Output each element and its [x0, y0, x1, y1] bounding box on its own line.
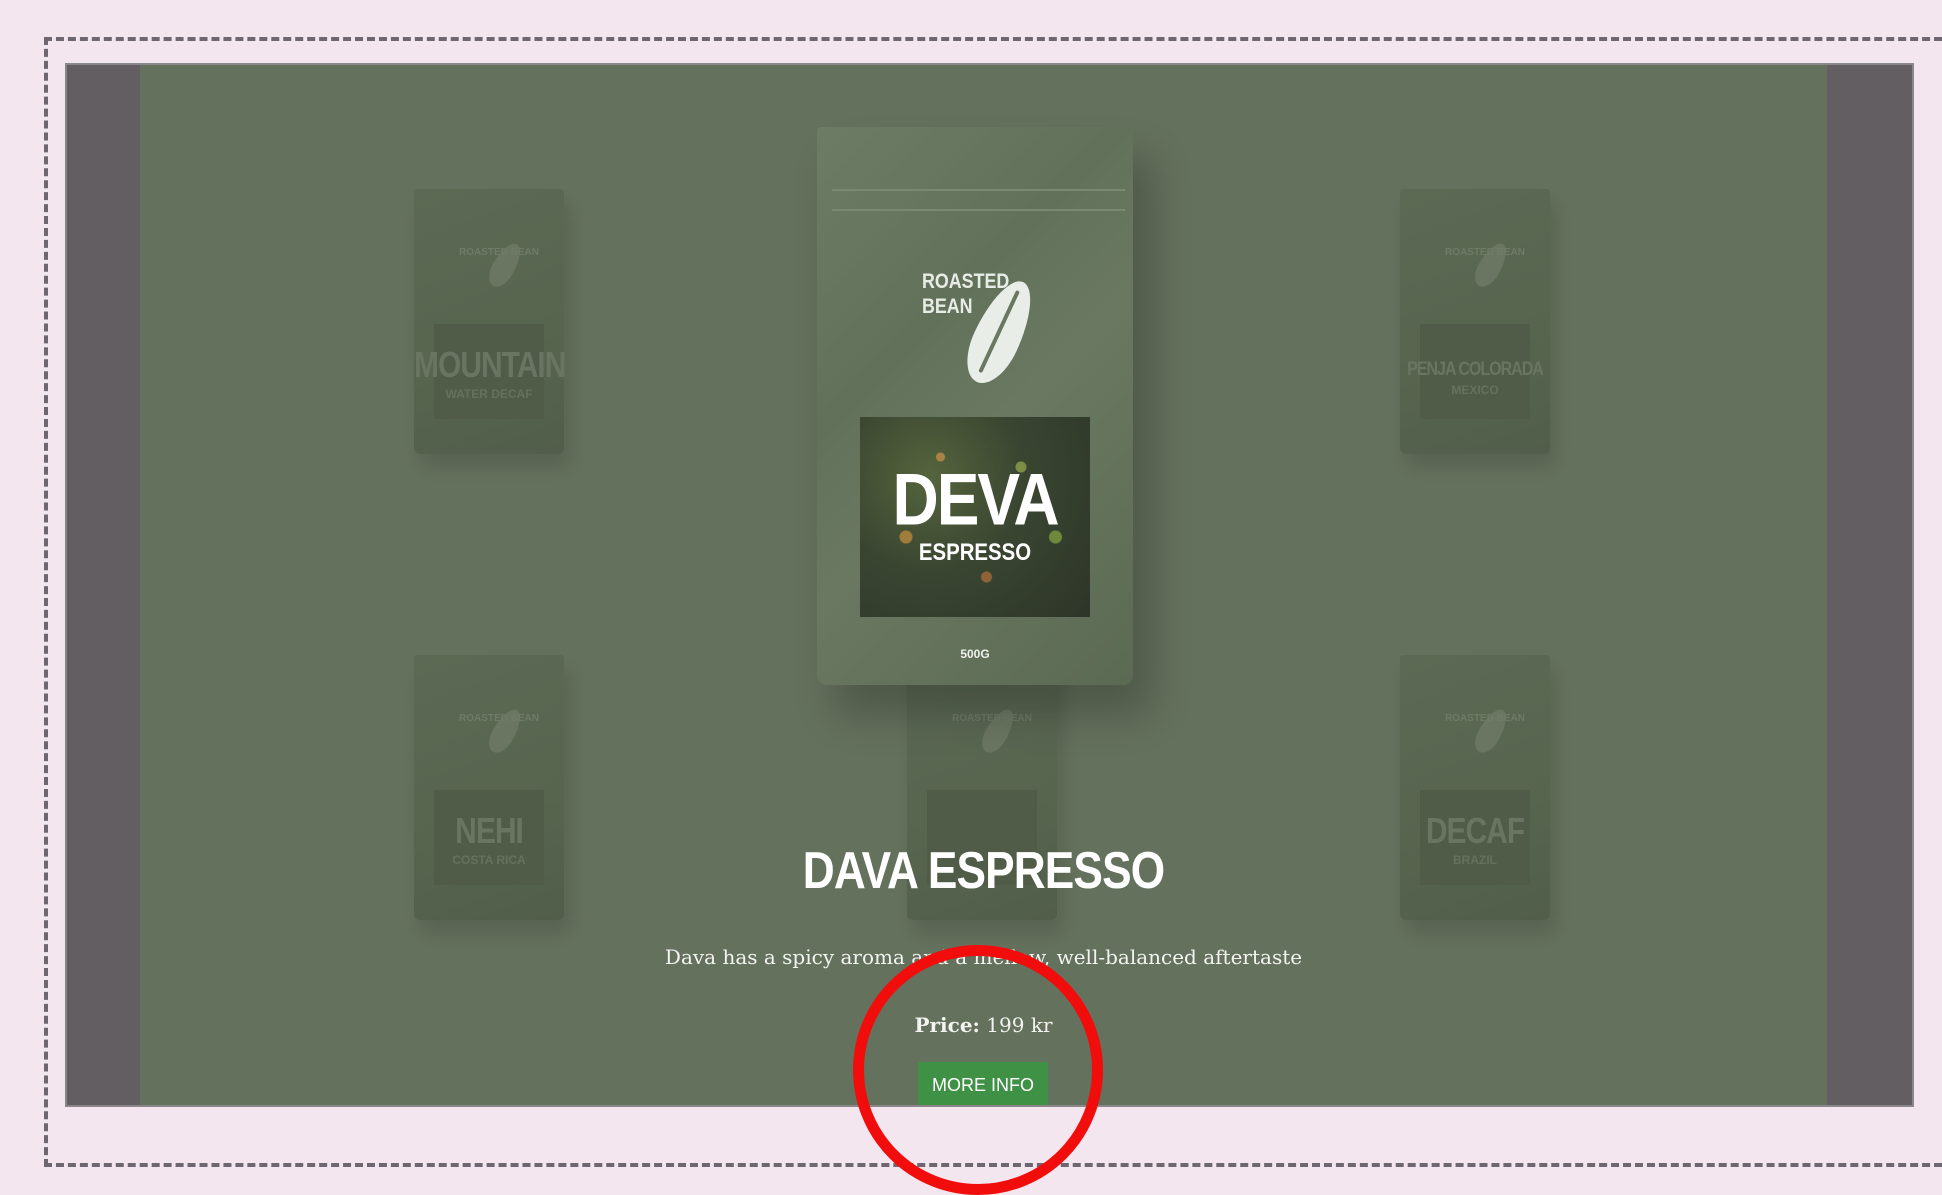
more-info-button[interactable]: MORE INFO — [918, 1062, 1048, 1105]
hero-slide: ROASTED BEAN MOUNTAIN WATER DECAF ROASTE… — [140, 65, 1827, 1105]
bag-name: DEVA — [892, 457, 1059, 541]
bag-zipper — [832, 189, 1125, 211]
product-description: Dava has a spicy aroma and a mellow, wel… — [664, 945, 1303, 969]
bag-weight: 500G — [960, 647, 990, 661]
bag-name: PENJA COLORADA — [1407, 359, 1544, 380]
bag-subtitle: MEXICO — [1451, 383, 1499, 397]
bag-name: MOUNTAIN — [414, 345, 566, 386]
product-bag-mountain: ROASTED BEAN MOUNTAIN WATER DECAF — [414, 189, 566, 454]
product-title: DAVA ESPRESSO — [802, 842, 1165, 900]
bag-brand-line1: ROASTED — [922, 270, 1010, 293]
carousel-card: ROASTED BEAN MOUNTAIN WATER DECAF ROASTE… — [65, 63, 1914, 1107]
bag-subtitle: WATER DECAF — [445, 387, 533, 401]
product-bag-penja-colorada: ROASTED BEAN PENJA COLORADA MEXICO — [1400, 189, 1550, 454]
price-value: 199 kr — [986, 1013, 1053, 1037]
price-label: Price: — [914, 1013, 980, 1037]
product-price: Price: 199 kr — [140, 1013, 1827, 1037]
featured-product-bag: ROASTED BEAN DEVA ESPRESSO 500G — [817, 127, 1133, 685]
bag-subtitle: ESPRESSO — [918, 539, 1032, 566]
